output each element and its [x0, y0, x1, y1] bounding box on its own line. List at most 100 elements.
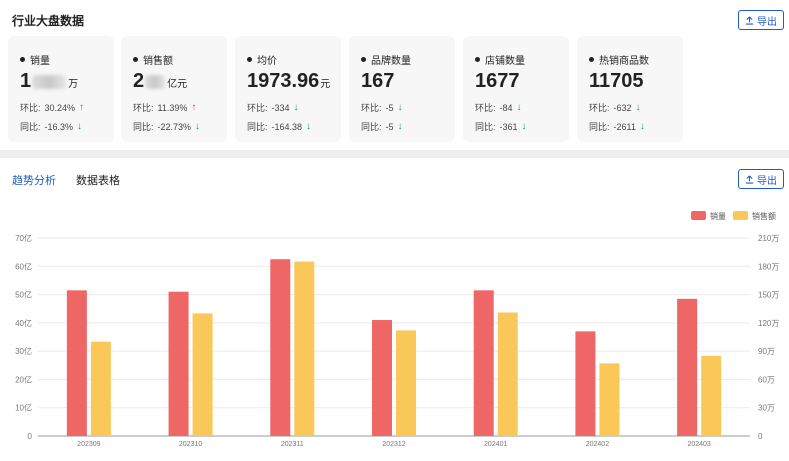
metric-value-number: 11705 [589, 70, 644, 92]
bullet-dot-icon [475, 57, 480, 62]
y-right-tick-label: 210万 [758, 234, 779, 243]
y-left-tick-label: 40亿 [15, 318, 32, 328]
x-tick-label: 202309 [77, 441, 100, 448]
x-tick-label: 202310 [179, 441, 202, 448]
trend-bar-chart: 0 0 10亿 30万 20亿 60万 30亿 90万 40亿 120万 50亿 150万 60亿 180… [15, 211, 779, 448]
arrow-down-icon: ↓ [397, 102, 403, 113]
mom-row: 环比: 30.24% ↑ [20, 101, 84, 114]
y-left-tick-label: 70亿 [15, 233, 32, 243]
metric-label: 品牌数量 [371, 56, 411, 67]
metric-value: 1677 [475, 70, 521, 93]
y-left-tick-label: 10亿 [15, 403, 32, 413]
bar-sales [677, 298, 698, 436]
metric-name: 店铺数量 [475, 52, 525, 67]
yoy-value: -22.73% [157, 121, 192, 132]
bar-revenue [294, 261, 315, 436]
metric-label: 销量 [30, 56, 50, 67]
x-tick-label: 202401 [484, 441, 507, 448]
bar-revenue [497, 312, 518, 436]
mom-row: 环比: 11.39% ↑ [133, 101, 196, 114]
yoy-row: 同比: -22.73% ↓ [133, 120, 200, 133]
y-left-tick-label: 20亿 [15, 374, 32, 384]
arrow-down-icon: ↓ [516, 102, 522, 113]
metric-card: 销量 1 万环比: 30.24% ↑ 同比: -16.3% ↓ [8, 36, 114, 142]
arrow-down-icon: ↓ [306, 121, 312, 132]
mom-label: 环比: [475, 103, 496, 113]
arrow-down-icon: ↓ [635, 102, 641, 113]
trend-panel: 趋势分析 数据表格 导出 0 0 10亿 30万 20亿 60万 30亿 90万 40亿 120万… [0, 158, 789, 461]
overview-panel: 行业大盘数据 导出 销量 1 万环比: 30.24% ↑ 同比: -16.3% ↓ 销售额 2 亿元… [0, 0, 789, 150]
metric-value: 11705 [589, 70, 645, 93]
bar-sales [575, 331, 596, 436]
metric-name: 销售额 [133, 52, 173, 67]
mom-value: 11.39% [157, 102, 188, 113]
metric-value-visible: 1 [20, 70, 32, 92]
metric-label: 销售额 [143, 56, 173, 67]
metric-value-number: 1973.96 [247, 70, 320, 92]
yoy-row: 同比: -16.3% ↓ [20, 120, 82, 133]
metric-value-visible: 2 [133, 70, 145, 92]
bar-sales [372, 320, 392, 436]
y-left-tick-label: 60亿 [15, 261, 32, 271]
yoy-label: 同比: [20, 122, 41, 132]
masked-value [145, 74, 166, 89]
x-tick-label: 202402 [586, 441, 609, 448]
bar-revenue [396, 330, 416, 436]
metric-card: 店铺数量 1677 环比: -84 ↓ 同比: -361 ↓ [463, 36, 569, 142]
mom-label: 环比: [589, 103, 610, 113]
bullet-dot-icon [133, 57, 138, 62]
y-right-tick-label: 150万 [758, 291, 779, 300]
arrow-up-icon: ↑ [79, 102, 85, 113]
legend-swatch-sales [691, 211, 706, 220]
metric-label: 均价 [257, 56, 277, 67]
y-left-tick-label: 50亿 [15, 290, 32, 300]
bar-revenue [192, 313, 213, 436]
yoy-row: 同比: -5 ↓ [361, 120, 403, 133]
arrow-down-icon: ↓ [293, 102, 299, 113]
bar-revenue [90, 341, 111, 436]
metric-unit: 亿元 [167, 79, 188, 90]
yoy-value: -361 [499, 121, 518, 132]
bar-revenue [599, 363, 620, 436]
metric-unit: 元 [320, 79, 331, 90]
y-right-tick-label: 60万 [758, 375, 775, 384]
mom-value: -632 [613, 102, 632, 113]
metric-value-number: 1677 [475, 70, 520, 92]
y-right-tick-label: 120万 [758, 319, 779, 328]
y-right-tick-label: 90万 [758, 347, 775, 356]
mom-value: -84 [499, 102, 513, 113]
arrow-down-icon: ↓ [639, 121, 645, 132]
yoy-row: 同比: -164.38 ↓ [247, 120, 311, 133]
y-right-tick-label: 30万 [758, 404, 775, 413]
x-tick-label: 202311 [281, 441, 304, 448]
arrow-down-icon: ↓ [195, 121, 201, 132]
metric-value-number: 167 [361, 70, 395, 92]
mom-label: 环比: [247, 103, 268, 113]
bullet-dot-icon [20, 57, 25, 62]
yoy-label: 同比: [475, 122, 496, 132]
mom-label: 环比: [20, 103, 41, 113]
y-right-tick-label: 180万 [758, 262, 779, 271]
yoy-label: 同比: [589, 122, 610, 132]
overview-export-button[interactable]: 导出 [738, 10, 784, 30]
bullet-dot-icon [361, 57, 366, 62]
yoy-label: 同比: [133, 122, 154, 132]
metric-name: 品牌数量 [361, 52, 411, 67]
arrow-down-icon: ↓ [521, 121, 527, 132]
y-right-tick-label: 0 [758, 432, 763, 441]
overview-title: 行业大盘数据 [12, 14, 85, 28]
mom-value: 30.24% [44, 102, 76, 113]
yoy-label: 同比: [247, 122, 268, 132]
upload-icon [745, 16, 754, 25]
bar-revenue [701, 355, 722, 436]
metric-value: 167 [361, 70, 395, 93]
mom-row: 环比: -632 ↓ [589, 101, 641, 114]
bar-sales [168, 291, 189, 436]
bullet-dot-icon [247, 57, 252, 62]
y-left-tick-label: 30亿 [15, 346, 32, 356]
metric-name: 热销商品数 [589, 52, 649, 67]
yoy-label: 同比: [361, 122, 382, 132]
metric-value: 1万 [20, 70, 78, 93]
metric-card: 品牌数量 167 环比: -5 ↓ 同比: -5 ↓ [349, 36, 455, 142]
masked-value [32, 74, 67, 89]
